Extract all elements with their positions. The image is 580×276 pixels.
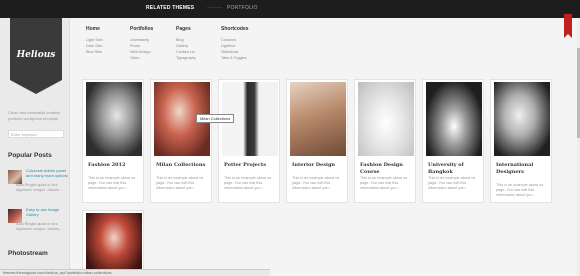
- card-description: This is an example about us page. You ca…: [224, 176, 272, 190]
- image-tooltip: Milan Collections: [196, 114, 235, 123]
- logo-text: Helious: [16, 50, 56, 60]
- site-logo[interactable]: Helious: [10, 18, 62, 94]
- portfolio-image[interactable]: [358, 82, 414, 156]
- mega-menu: Home Light Skin Dark Skin Blue Skin Port…: [80, 26, 580, 76]
- menu-heading[interactable]: Portfolios: [130, 26, 153, 32]
- portfolio-card[interactable]: University of Bangkok This is an example…: [422, 79, 484, 203]
- portfolio-image[interactable]: [426, 82, 482, 156]
- card-title[interactable]: Interior Design: [292, 162, 348, 169]
- card-description: This is an example about us page. You ca…: [156, 176, 204, 190]
- post-title[interactable]: Coloursie Admin panel and many more opti…: [26, 168, 68, 178]
- portfolio-image[interactable]: [290, 82, 346, 156]
- portfolio-card[interactable]: Fashion 2012 This is an example about us…: [82, 79, 144, 203]
- post-excerpt: Bala Ringlia quisa in lors dignissim con…: [16, 222, 63, 231]
- portfolio-card[interactable]: Milan Collections This is an example abo…: [150, 79, 212, 203]
- portfolio-card[interactable]: Fashion Design Course This is an example…: [354, 79, 416, 203]
- browser-status-bar: themes.themeguide.com/helious_wp/?portfo…: [0, 269, 270, 276]
- top-bar: RELATED THEMES ——— PORTFOLIO: [0, 0, 580, 18]
- card-description: This is an example about us page. You ca…: [428, 176, 476, 190]
- menu-column-pages: Pages Blog Gallery Contact Us Typography: [176, 26, 196, 61]
- post-thumbnail[interactable]: [8, 170, 22, 184]
- sidebar: Helious Clean and minimalist creative po…: [0, 18, 70, 276]
- post-excerpt: Bala Ringlia quisa in lors dignissim con…: [16, 183, 63, 192]
- portfolio-card[interactable]: Interior Design This is an example about…: [286, 79, 348, 203]
- related-themes-link[interactable]: RELATED THEMES: [146, 5, 194, 11]
- card-title[interactable]: International Designers: [496, 162, 552, 176]
- menu-column-shortcodes: Shortcodes Columns Lightbox Slideshow Ta…: [221, 26, 249, 61]
- card-title[interactable]: Fashion 2012: [88, 162, 144, 169]
- card-description: This is an example about us page. You ca…: [292, 176, 340, 190]
- card-title[interactable]: Milan Collections: [156, 162, 212, 169]
- menu-heading[interactable]: Home: [86, 26, 103, 32]
- popular-posts-title: Popular Posts: [8, 152, 52, 159]
- menu-column-home: Home Light Skin Dark Skin Blue Skin: [86, 26, 103, 55]
- card-title[interactable]: University of Bangkok: [428, 162, 484, 176]
- site-tagline: Clean and minimalist creative portfolio …: [8, 110, 61, 121]
- popular-post-item[interactable]: Coloursie Admin panel and many more opti…: [8, 168, 68, 192]
- post-thumbnail[interactable]: [8, 209, 22, 223]
- menu-item[interactable]: Tabs & Toggles: [221, 55, 249, 61]
- portfolio-link[interactable]: PORTFOLIO: [227, 5, 258, 11]
- card-title[interactable]: Potter Projects: [224, 162, 280, 169]
- portfolio-image[interactable]: [86, 213, 142, 275]
- popular-post-item[interactable]: Easy to use Image Gallery Bala Ringlia q…: [8, 207, 68, 231]
- menu-item[interactable]: Video: [130, 55, 153, 61]
- menu-column-portfolios: Portfolios Uncertainty Photo Web Design …: [130, 26, 153, 61]
- card-description: This is an example about us page. You ca…: [360, 176, 408, 190]
- portfolio-image[interactable]: [494, 82, 550, 156]
- portfolio-card[interactable]: International Designers This is an examp…: [490, 79, 552, 203]
- portfolio-card[interactable]: Potter Projects This is an example about…: [218, 79, 280, 203]
- topbar-separator: ———: [207, 5, 223, 11]
- card-title[interactable]: Fashion Design Course: [360, 162, 416, 176]
- menu-heading[interactable]: Pages: [176, 26, 196, 32]
- photostream-title: Photostream: [8, 250, 48, 257]
- menu-item[interactable]: Typography: [176, 55, 196, 61]
- menu-heading[interactable]: Shortcodes: [221, 26, 249, 32]
- search-input[interactable]: Enter keyword: [8, 130, 64, 138]
- portfolio-card[interactable]: [82, 210, 144, 276]
- card-description: This is an example about us page. You ca…: [496, 183, 544, 197]
- card-description: This is an example about us page. You ca…: [88, 176, 136, 190]
- post-title[interactable]: Easy to use Image Gallery: [26, 207, 68, 217]
- menu-item[interactable]: Blue Skin: [86, 49, 103, 55]
- portfolio-image[interactable]: [86, 82, 142, 156]
